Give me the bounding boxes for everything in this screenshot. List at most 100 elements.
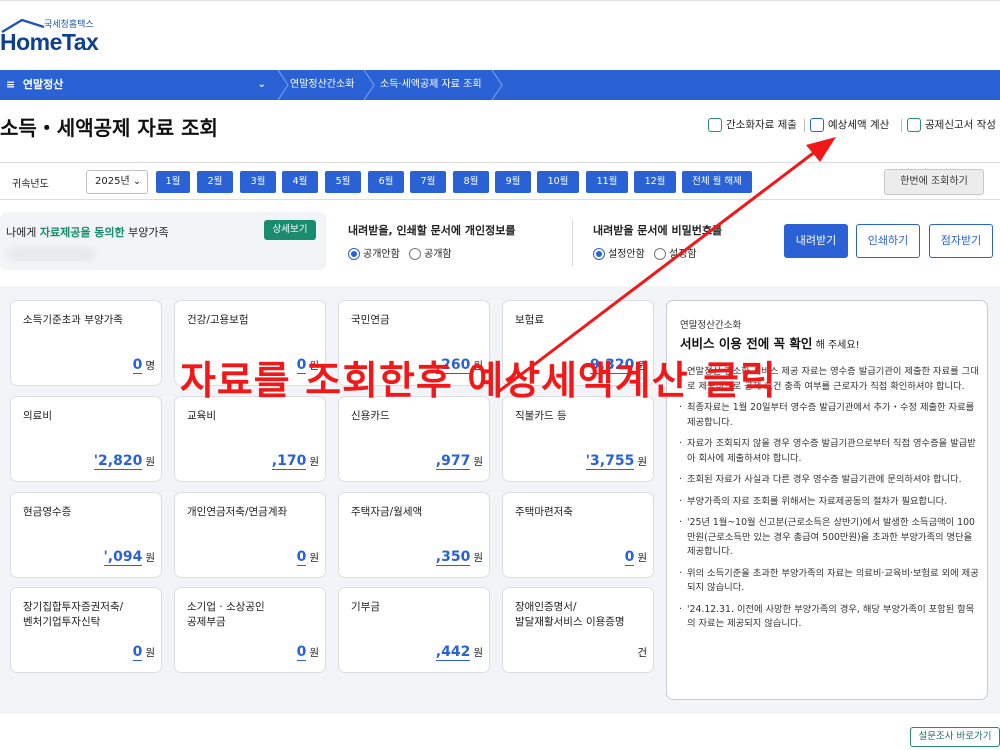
card-unit: 원 <box>473 552 483 564</box>
card-amount[interactable]: 0 <box>132 644 143 661</box>
month-button-10[interactable]: 10월 <box>537 171 579 193</box>
page-title: 소득・세액공제 자료 조회 <box>0 116 218 140</box>
card-amount[interactable]: 0 <box>132 357 143 374</box>
deduction-card[interactable]: 주택자금/월세액 ,350 원 <box>338 492 490 578</box>
write-deduction-report-link[interactable]: 공제신고서 작성 <box>907 116 996 136</box>
privacy-show-radio[interactable]: 공개함 <box>409 245 452 260</box>
menu-dropdown[interactable]: ≡ 연말정산 ⌄ <box>0 70 276 100</box>
month-button-3[interactable]: 3월 <box>240 171 276 193</box>
deduction-card[interactable]: 건강/고용보험 0 원 <box>174 300 326 386</box>
notice-item: 부양가족의 자료 조회를 위해서는 자료제공동의 절차가 필요합니다. <box>679 495 979 510</box>
privacy-hide-radio[interactable]: 공개안함 <box>348 245 400 260</box>
deduction-card[interactable]: 직불카드 등 '3,755 원 <box>502 396 654 482</box>
card-value: 0원 <box>132 644 155 661</box>
month-button-9[interactable]: 9월 <box>495 171 531 193</box>
card-amount[interactable]: 0 <box>296 549 307 566</box>
year-select[interactable]: 2025년 ⌄ <box>86 170 148 194</box>
notice-headline: 서비스 이용 전에 꼭 확인 해 주세요! <box>680 333 860 352</box>
card-amount[interactable]: 9,320 <box>590 357 635 374</box>
card-unit: 원 <box>309 360 319 372</box>
card-amount[interactable]: ,170 <box>271 453 307 470</box>
deduction-card[interactable]: 기부금 ,442 원 <box>338 587 490 673</box>
card-value: '3,755 원 <box>585 453 647 470</box>
consent-prefix: 나에게 <box>6 226 40 239</box>
card-title: 주택마련저축 <box>515 506 573 518</box>
card-amount[interactable]: 0 <box>624 549 635 566</box>
deselect-all-months-button[interactable]: 전체 월 해제 <box>682 171 752 193</box>
card-value: ,260 원 <box>435 357 483 374</box>
month-button-5[interactable]: 5월 <box>325 171 361 193</box>
deduction-card[interactable]: 주택마련저축 0 원 <box>502 492 654 578</box>
card-value: 건 <box>637 644 647 660</box>
lookup-all-button[interactable]: 한번에 조회하기 <box>884 169 984 195</box>
notice-item: 조회된 자료가 사실과 다른 경우 영수증 발급기관에 문의하셔야 합니다. <box>679 473 979 488</box>
month-button-11[interactable]: 11월 <box>586 171 628 193</box>
deduction-card[interactable]: 보험료 9,320 원 <box>502 300 654 386</box>
deduction-card[interactable]: 장기집합투자증권저축/ 벤처기업투자신탁 0 원 <box>10 587 162 673</box>
month-button-7[interactable]: 7월 <box>410 171 446 193</box>
document-check-icon <box>708 118 722 132</box>
print-button[interactable]: 인쇄하기 <box>856 224 920 258</box>
card-unit: 원 <box>309 647 319 659</box>
password-off-radio[interactable]: 설정안함 <box>593 245 645 260</box>
detail-button[interactable]: 상세보기 <box>264 220 316 240</box>
breadcrumb-separator-icon <box>277 70 289 100</box>
month-button-1[interactable]: 1월 <box>156 171 190 193</box>
deduction-card[interactable]: 개인연금저축/연금계좌 0 원 <box>174 492 326 578</box>
deduction-card[interactable]: 교육비 ,170 원 <box>174 396 326 482</box>
notice-subtitle: 연말정산간소화 <box>680 320 742 331</box>
card-amount[interactable]: '2,820 <box>93 453 143 470</box>
card-amount[interactable]: ,350 <box>435 549 471 566</box>
card-value: ,350 원 <box>435 549 483 566</box>
breadcrumb-separator-icon <box>363 70 375 100</box>
month-button-6[interactable]: 6월 <box>368 171 404 193</box>
estimated-tax-calculation-link[interactable]: 예상세액 계산 <box>810 116 889 136</box>
deduction-card[interactable]: 소기업 · 소상공인 공제부금 0 원 <box>174 587 326 673</box>
deduction-card[interactable]: 현금영수증 ',094 원 <box>10 492 162 578</box>
deduction-card[interactable]: 장애인증명서/ 발달재활서비스 이용증명 건 <box>502 587 654 673</box>
chevron-down-icon: ⌄ <box>257 79 266 90</box>
notice-item: '24.12.31. 이전에 사망한 부양가족의 경우, 해당 부양가족이 포함… <box>679 603 979 632</box>
card-amount[interactable]: ,260 <box>435 357 471 374</box>
breadcrumb-separator-icon <box>491 70 503 100</box>
month-button-4[interactable]: 4월 <box>282 171 318 193</box>
card-amount[interactable]: '3,755 <box>585 453 635 470</box>
month-button-12[interactable]: 12월 <box>634 171 676 193</box>
month-button-2[interactable]: 2월 <box>197 171 233 193</box>
password-on-radio[interactable]: 설정함 <box>654 245 697 260</box>
deduction-card[interactable]: 소득기준초과 부양가족 0 명 <box>10 300 162 386</box>
download-button[interactable]: 내려받기 <box>784 224 848 258</box>
notice-list: 연말정산 간소화 서비스 제공 자료는 영수증 발급기관이 제출한 자료를 그대… <box>679 365 979 639</box>
card-title: 소득기준초과 부양가족 <box>23 314 123 326</box>
radio-label: 설정안함 <box>608 249 645 260</box>
navigation-bar: ≡ 연말정산 ⌄ 연말정산간소화 소득·세액공제 자료 조회 <box>0 70 1000 100</box>
braille-button[interactable]: 점자받기 <box>929 224 993 258</box>
card-value: ,442 원 <box>435 644 483 661</box>
deduction-card[interactable]: 의료비 '2,820 원 <box>10 396 162 482</box>
card-unit: 원 <box>637 552 647 564</box>
deduction-card[interactable]: 국민연금 ,260 원 <box>338 300 490 386</box>
deduction-card[interactable]: 신용카드 ,977 원 <box>338 396 490 482</box>
card-amount[interactable]: 0 <box>296 357 307 374</box>
card-unit: 원 <box>473 360 483 372</box>
survey-button[interactable]: 설문조사 바로가기 <box>910 727 1000 747</box>
month-button-8[interactable]: 8월 <box>453 171 489 193</box>
card-title: 교육비 <box>187 410 216 422</box>
card-unit: 원 <box>145 552 155 564</box>
submit-simplified-data-link[interactable]: 간소화자료 제출 <box>708 116 797 136</box>
calculator-icon <box>810 118 824 132</box>
card-unit: 원 <box>145 456 155 468</box>
card-title: 직불카드 등 <box>515 410 567 422</box>
card-unit: 원 <box>473 456 483 468</box>
password-option-title: 내려받을 문서에 비밀번호를 <box>593 224 723 237</box>
breadcrumb-item-current[interactable]: 소득·세액공제 자료 조회 <box>380 70 482 100</box>
card-amount[interactable]: 0 <box>296 644 307 661</box>
card-amount[interactable]: ,977 <box>435 453 471 470</box>
breadcrumb-item-yearend-simplified[interactable]: 연말정산간소화 <box>290 70 354 100</box>
card-amount[interactable]: ,442 <box>435 644 471 661</box>
year-month-filter-bar: 귀속년도 2025년 ⌄ 1월 2월 3월 4월 5월 6월 7월 8월 9월 … <box>0 162 1000 200</box>
card-value: 0원 <box>624 549 647 566</box>
card-amount[interactable]: ',094 <box>103 549 143 566</box>
card-title: 현금영수증 <box>23 506 72 518</box>
radio-selected-icon <box>593 248 605 260</box>
